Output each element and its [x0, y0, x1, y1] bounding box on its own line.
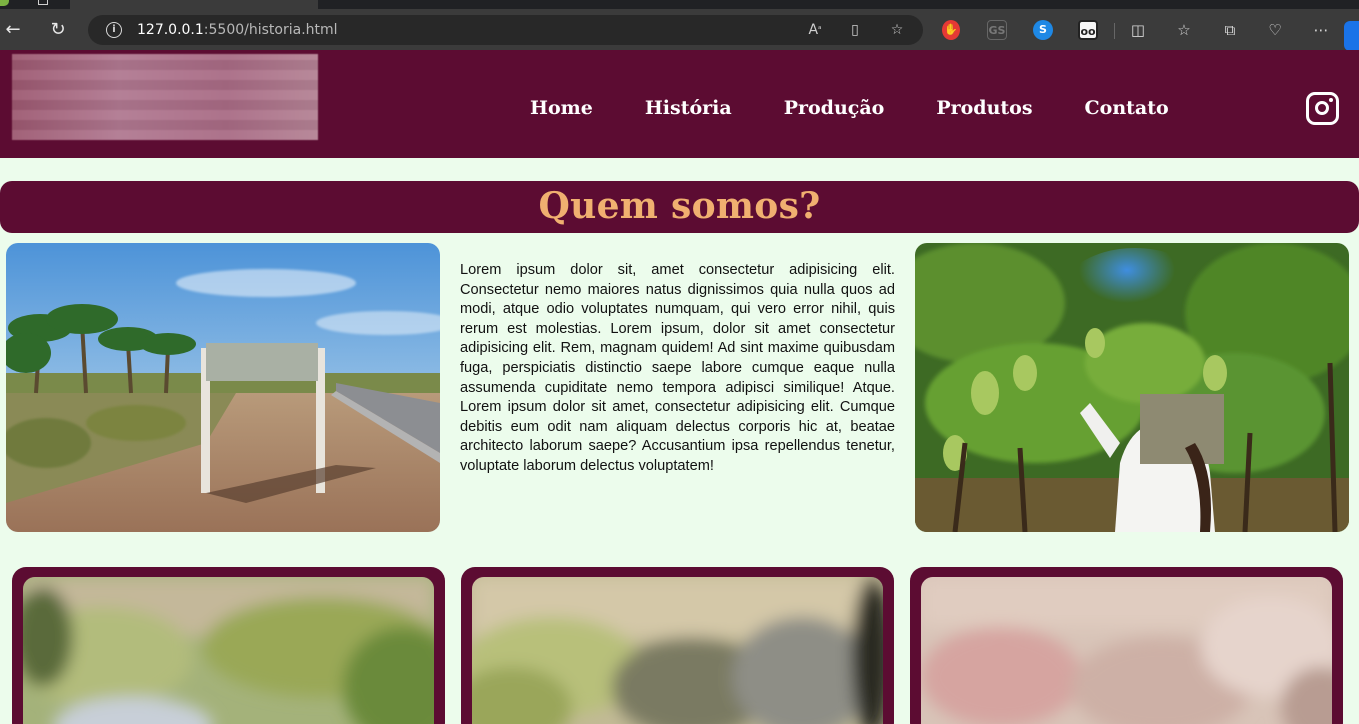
site-logo[interactable]	[12, 54, 318, 140]
profile-avatar[interactable]	[1344, 21, 1359, 51]
nav-link-producao[interactable]: Produção	[784, 97, 885, 119]
nav-link-contato[interactable]: Contato	[1085, 97, 1169, 119]
nav-link-historia[interactable]: História	[645, 97, 732, 119]
product-card-2-image	[472, 577, 883, 724]
product-card-3[interactable]	[910, 567, 1343, 724]
url-host: 127.0.0.1	[137, 22, 204, 38]
eye-extension-icon[interactable]: oo	[1078, 20, 1098, 40]
browser-toolbar: ← ↻ i 127.0.0.1:5500/historia.html Aᵃ ▯ …	[0, 9, 1359, 51]
product-card-2[interactable]	[461, 567, 894, 724]
tab-favicon-icon	[0, 0, 9, 6]
toolbar-separator	[1114, 23, 1115, 39]
split-screen-icon[interactable]: ◫	[1128, 20, 1148, 40]
reload-icon[interactable]: ↻	[47, 19, 69, 41]
url-path: :5500/historia.html	[203, 22, 338, 38]
more-menu-icon[interactable]: ⋯	[1311, 20, 1331, 40]
section-title: Quem somos?	[538, 185, 821, 227]
back-arrow-icon[interactable]: ←	[2, 19, 24, 41]
favorites-icon[interactable]: ☆	[1174, 20, 1194, 40]
vineyard-photo	[915, 243, 1349, 532]
section-title-banner: Quem somos?	[0, 181, 1359, 233]
main-nav: Home História Produção Produtos Contato	[530, 97, 1221, 119]
instagram-dot	[1329, 98, 1333, 102]
gray-extension-icon[interactable]: GS	[987, 20, 1007, 40]
instagram-icon[interactable]	[1306, 92, 1339, 125]
browser-essentials-icon[interactable]: ♡	[1265, 20, 1285, 40]
read-aloud-icon[interactable]: Aᵃ	[805, 21, 825, 39]
active-tab[interactable]	[70, 0, 318, 9]
about-paragraph: Lorem ipsum dolor sit, amet consectetur …	[460, 262, 895, 474]
address-bar[interactable]: i 127.0.0.1:5500/historia.html Aᵃ ▯ ☆	[88, 15, 923, 45]
shazam-extension-icon[interactable]: S	[1033, 20, 1053, 40]
product-card-3-image	[921, 577, 1332, 724]
browser-tab-strip	[0, 0, 1359, 9]
product-card-1-image	[23, 577, 434, 724]
road-sign-photo	[6, 243, 440, 532]
info-icon[interactable]: i	[106, 22, 122, 38]
tab-icon	[38, 0, 48, 5]
favorite-star-icon[interactable]: ☆	[887, 21, 907, 39]
collections-icon[interactable]: ⧉	[1220, 20, 1240, 40]
instagram-lens	[1315, 101, 1329, 115]
nav-link-home[interactable]: Home	[530, 97, 593, 119]
red-extension-icon[interactable]: ✋	[942, 20, 960, 40]
nav-link-produtos[interactable]: Produtos	[936, 97, 1032, 119]
url-text: 127.0.0.1:5500/historia.html	[137, 22, 338, 38]
product-card-1[interactable]	[12, 567, 445, 724]
immersive-reader-icon[interactable]: ▯	[845, 21, 865, 39]
site-header: Home História Produção Produtos Contato	[0, 50, 1359, 158]
